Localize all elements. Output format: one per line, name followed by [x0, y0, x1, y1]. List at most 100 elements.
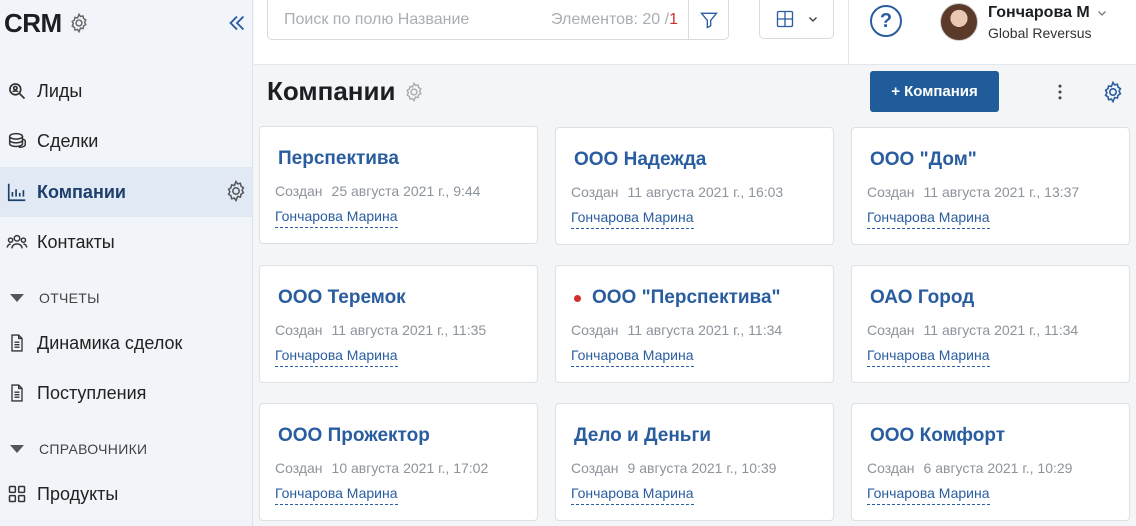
created-info: Создан 11 августа 2021 г., 11:35: [275, 322, 486, 338]
company-name[interactable]: ООО Надежда: [574, 149, 706, 171]
section-reports-toggle[interactable]: ОТЧЕТЫ: [0, 278, 252, 318]
grid-icon: [6, 483, 28, 505]
user-name: Гончарова М: [988, 3, 1090, 21]
created-date: 11 августа 2021 г., 11:34: [627, 322, 783, 338]
kebab-menu-icon: [1058, 84, 1062, 100]
created-date: 11 августа 2021 г., 11:34: [923, 322, 1079, 338]
created-info: Создан 10 августа 2021 г., 17:02: [275, 460, 488, 476]
company-card[interactable]: ООО "Перспектива" Создан 11 августа 2021 …: [555, 265, 834, 383]
created-date: 9 августа 2021 г., 10:39: [627, 460, 777, 476]
created-label: Создан: [867, 322, 915, 338]
user-menu[interactable]: Гончарова М Global Reversus: [940, 0, 1108, 44]
sidebar-item-label: Контакты: [37, 231, 115, 252]
company-name[interactable]: Перспектива: [278, 148, 399, 170]
section-label: ОТЧЕТЫ: [39, 290, 100, 306]
document-icon: [6, 332, 28, 354]
page-title: Компании: [267, 76, 396, 106]
company-card[interactable]: ООО "Дом" Создан 11 августа 2021 г., 13:3…: [851, 127, 1130, 245]
author-link[interactable]: Гончарова Марина: [275, 347, 398, 367]
list-settings-button[interactable]: [1101, 80, 1125, 104]
user-org: Global Reversus: [988, 24, 1092, 41]
author-link[interactable]: Гончарова Марина: [275, 485, 398, 505]
element-count-selected: 1: [669, 10, 678, 28]
created-label: Создан: [571, 322, 619, 338]
table-view-icon: [776, 10, 793, 28]
company-card[interactable]: ООО Прожектор Создан 10 августа 2021 г., …: [259, 403, 538, 521]
add-company-button[interactable]: + Компания: [870, 71, 999, 112]
author-link[interactable]: Гончарова Марина: [867, 209, 990, 229]
company-name-text: ООО Надежда: [574, 149, 707, 170]
created-info: Создан 6 августа 2021 г., 10:29: [867, 460, 1072, 476]
company-card[interactable]: ООО Надежда Создан 11 августа 2021 г., 16…: [555, 127, 834, 245]
created-info: Создан 11 августа 2021 г., 11:34: [571, 322, 782, 338]
filter-button[interactable]: [688, 0, 728, 39]
chevron-down-icon: [1097, 10, 1106, 16]
company-name[interactable]: ООО Прожектор: [278, 425, 430, 447]
author-link[interactable]: Гончарова Марина: [867, 347, 990, 367]
created-info: Создан 11 августа 2021 г., 13:37: [867, 184, 1079, 200]
company-name-text: Перспектива: [278, 148, 399, 169]
sidebar-item-deals[interactable]: Сделки: [0, 116, 252, 166]
sidebar-item-leads[interactable]: Лиды: [0, 66, 252, 116]
section-label: СПРАВОЧНИКИ: [39, 441, 148, 457]
company-name[interactable]: ОАО Город: [870, 287, 974, 309]
created-info: Создан 9 августа 2021 г., 10:39: [571, 460, 776, 476]
element-count: Элементов: 20 /1: [551, 11, 678, 29]
created-date: 11 августа 2021 г., 13:37: [923, 184, 1080, 200]
author-link[interactable]: Гончарова Марина: [275, 208, 398, 228]
divider: [848, 0, 849, 65]
collapse-sidebar-button[interactable]: [224, 10, 250, 36]
author-link[interactable]: Гончарова Марина: [571, 485, 694, 505]
double-chevron-left-icon: [229, 15, 245, 31]
caret-down-icon: [10, 294, 24, 302]
brand: CRM: [4, 6, 90, 40]
author-link[interactable]: Гончарова Марина: [571, 347, 694, 367]
page-settings-gear-icon[interactable]: [403, 81, 425, 103]
created-date: 11 августа 2021 г., 11:35: [331, 322, 487, 338]
filter-icon: [699, 12, 718, 29]
sidebar-item-label: Компании: [37, 181, 126, 202]
search-box: Элементов: 20 /1: [267, 0, 729, 40]
help-button[interactable]: ?: [870, 5, 902, 37]
company-name[interactable]: ООО Комфорт: [870, 425, 1005, 447]
company-name[interactable]: ООО "Дом": [870, 149, 977, 171]
sidebar-item-companies[interactable]: Компании: [0, 167, 252, 217]
sidebar-item-deal-dynamics[interactable]: Динамика сделок: [0, 318, 252, 368]
top-bar: Элементов: 20 /1 ? Гончарова М Global Re…: [254, 0, 1136, 65]
company-name[interactable]: Дело и Деньги: [574, 425, 711, 447]
company-card[interactable]: ООО Комфорт Создан 6 августа 2021 г., 10:…: [851, 403, 1130, 521]
chevron-down-icon: [808, 17, 817, 22]
document-icon: [6, 382, 28, 404]
created-info: Создан 11 августа 2021 г., 16:03: [571, 184, 783, 200]
company-card[interactable]: Дело и Деньги Создан 9 августа 2021 г., 1…: [555, 403, 834, 521]
search-input[interactable]: [268, 0, 552, 39]
created-label: Создан: [275, 322, 323, 338]
sidebar-item-contacts[interactable]: Контакты: [0, 217, 252, 267]
section-directories-toggle[interactable]: СПРАВОЧНИКИ: [0, 429, 252, 469]
company-name-text: ОАО Город: [870, 287, 975, 308]
company-name[interactable]: ООО Теремок: [278, 287, 406, 309]
company-name-text: ООО Комфорт: [870, 425, 1006, 446]
sidebar-item-products[interactable]: Продукты: [0, 469, 252, 519]
author-link[interactable]: Гончарова Марина: [867, 485, 990, 505]
company-card[interactable]: ОАО Город Создан 11 августа 2021 г., 11:3…: [851, 265, 1130, 383]
view-switch-button[interactable]: [759, 0, 834, 39]
created-info: Создан 25 августа 2021 г., 9:44: [275, 183, 480, 199]
sidebar: CRM Лиды Сделки Компании Контакты ОТЧЕТЫ…: [0, 0, 253, 526]
created-label: Создан: [275, 460, 323, 476]
more-options-button[interactable]: [1050, 80, 1070, 104]
author-link[interactable]: Гончарова Марина: [571, 209, 694, 229]
company-card[interactable]: Перспектива Создан 25 августа 2021 г., 9:…: [259, 126, 538, 244]
sidebar-item-income[interactable]: Поступления: [0, 368, 252, 418]
app-settings-gear-icon[interactable]: [68, 12, 90, 34]
app-title: CRM: [4, 7, 62, 38]
created-date: 10 августа 2021 г., 17:02: [331, 460, 489, 476]
companies-settings-gear-icon[interactable]: [224, 179, 248, 203]
company-card[interactable]: ООО Теремок Создан 11 августа 2021 г., 11…: [259, 265, 538, 383]
question-icon: ?: [879, 9, 893, 32]
company-name[interactable]: ООО "Перспектива": [574, 287, 781, 309]
avatar: [940, 3, 978, 41]
page-header: Компании: [267, 76, 425, 107]
created-label: Создан: [571, 460, 619, 476]
created-date: 25 августа 2021 г., 9:44: [331, 183, 481, 199]
